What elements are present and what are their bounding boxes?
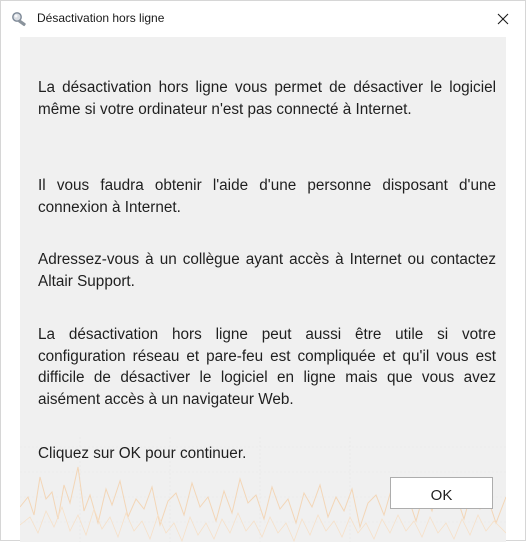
window-title: Désactivation hors ligne xyxy=(37,11,165,25)
ok-button-label: OK xyxy=(430,487,453,504)
close-icon xyxy=(497,13,509,25)
info-paragraph-2: Il vous faudra obtenir l'aide d'une pers… xyxy=(38,177,496,216)
close-button[interactable] xyxy=(481,1,525,37)
instruction-text: Cliquez sur OK pour continuer. xyxy=(38,445,247,462)
info-paragraph-4: La désactivation hors ligne peut aussi ê… xyxy=(38,326,496,408)
magnifier-key-icon xyxy=(11,11,29,27)
info-paragraph-3: Adressez-vous à un collègue ayant accès … xyxy=(38,251,496,290)
dialog-content: La désactivation hors ligne vous permet … xyxy=(20,37,506,542)
ok-button[interactable]: OK xyxy=(390,477,493,509)
info-paragraph-1: La désactivation hors ligne vous permet … xyxy=(38,79,496,118)
title-bar[interactable]: Désactivation hors ligne xyxy=(1,1,525,37)
dialog-window: Désactivation hors ligne La désactivatio… xyxy=(0,0,526,542)
